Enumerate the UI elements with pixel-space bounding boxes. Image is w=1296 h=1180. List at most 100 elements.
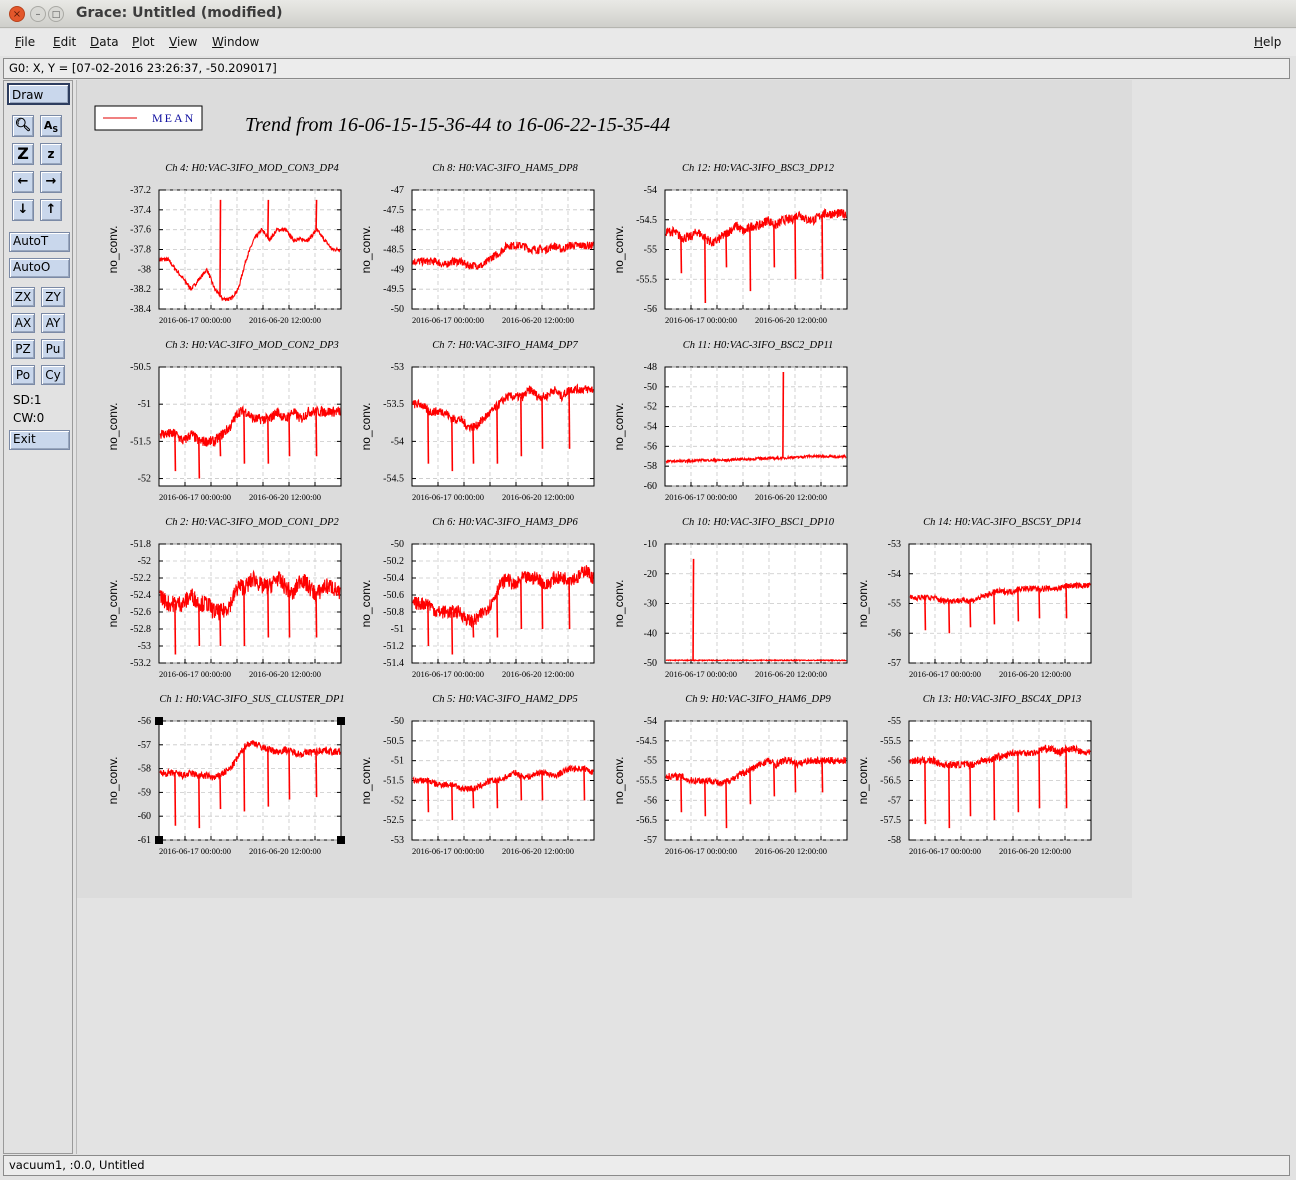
chart-panel[interactable]: Ch 7: H0:VAC-3IFO_HAM4_DP7 -53 -53.5 -54 -54… [359,340,595,502]
y-tick-label: -48.5 [383,245,404,256]
chart-panel[interactable]: Ch 2: H0:VAC-3IFO_MOD_CON1_DP2 -51.8 -52 -5… [106,517,342,679]
chart-panel[interactable]: Ch 6: H0:VAC-3IFO_HAM3_DP6 -50 -50.2 -50.4 -… [359,517,595,679]
ay-button[interactable]: AY [41,313,65,333]
plot-frame[interactable] [411,543,595,664]
y-tick-label: -48 [391,225,404,236]
plot-frame[interactable] [158,366,342,487]
ax-button[interactable]: AX [11,313,35,333]
y-tick-label: -55 [644,245,657,256]
draw-button[interactable]: Draw [7,83,70,105]
data-spike [948,764,951,829]
chart-title: Ch 8: H0:VAC-3IFO_HAM5_DP8 [432,163,578,174]
data-spike [948,600,951,634]
x-tick-label: 2016-06-17 00:00:00 [412,315,484,325]
y-tick-label: -47 [391,185,404,196]
y-tick-label: -49.5 [383,284,404,295]
menu-data[interactable]: Data [90,35,119,49]
po-button[interactable]: Po [11,365,35,385]
canvas-area[interactable]: MEAN Trend from 16-06-15-15-36-44 to 16-… [76,80,1290,1154]
chart-panel[interactable]: Ch 11: H0:VAC-3IFO_BSC2_DP11 -48 -50 -52 -54… [612,340,848,502]
data-spike [680,237,683,274]
plot-page[interactable]: MEAN Trend from 16-06-15-15-36-44 to 16-… [77,80,1132,898]
menu-view[interactable]: View [169,35,197,49]
arrow-left-icon[interactable]: ← [12,171,34,193]
y-tick-label: -55.5 [636,776,657,787]
y-tick-label: -61 [138,835,151,846]
data-spike [969,600,972,628]
y-tick-label: -51.2 [383,641,404,652]
menu-file[interactable]: File [15,35,35,49]
data-spike [174,773,177,826]
y-tick-label: -58 [138,764,151,775]
y-tick-label: -60 [644,481,657,492]
minimize-window-button[interactable]: – [30,6,46,22]
chart-panel[interactable]: Ch 8: H0:VAC-3IFO_HAM5_DP8 -47 -47.5 -48 -48… [359,163,595,325]
zoom-out-z-icon[interactable]: z [40,143,62,165]
x-tick-label: 2016-06-17 00:00:00 [665,846,737,856]
y-tick-label: -50.6 [383,590,404,601]
data-spike [541,396,544,449]
data-spike [315,751,318,798]
data-spike [749,769,752,805]
data-spike [472,788,475,809]
data-spike [243,586,246,647]
zoom-in-z-icon[interactable]: Z [12,143,34,165]
cy-button[interactable]: Cy [41,365,65,385]
exit-button[interactable]: Exit [9,430,70,450]
data-spike [1038,750,1041,809]
selection-handle[interactable] [155,717,163,725]
data-spike [174,603,177,655]
selection-handle[interactable] [155,836,163,844]
selection-handle[interactable] [337,717,345,725]
y-tick-label: -51.5 [383,776,404,787]
arrow-right-icon[interactable]: → [40,171,62,193]
menu-window[interactable]: Window [212,35,259,49]
autot-button[interactable]: AutoT [9,232,70,252]
chart-panel[interactable]: Ch 12: H0:VAC-3IFO_BSC3_DP12 -54 -54.5 -55 -… [612,163,848,325]
pz-button[interactable]: PZ [11,339,35,359]
legend-box[interactable]: MEAN [94,105,203,131]
zoom-magnifier-icon[interactable]: 🔍︎ [12,115,34,137]
chart-panel[interactable]: Ch 14: H0:VAC-3IFO_BSC5Y_DP14 -53 -54 -55 -5… [856,517,1092,679]
y-tick-label: -50.2 [383,556,404,567]
arrow-up-icon[interactable]: ↑ [40,199,62,221]
pu-button[interactable]: Pu [41,339,65,359]
autoscale-as-icon[interactable]: AS [40,115,62,137]
maximize-window-button[interactable]: □ [48,6,64,22]
chart-panel[interactable]: Ch 9: H0:VAC-3IFO_HAM6_DP9 -54 -54.5 -55 -55… [612,694,848,856]
chart-panel[interactable]: Ch 1: H0:VAC-3IFO_SUS_CLUSTER_DP1 -56 -57 -… [106,694,345,856]
data-spike [520,775,523,801]
y-tick-label: -51 [138,399,151,410]
figure-svg[interactable]: MEAN Trend from 16-06-15-15-36-44 to 16-… [77,80,1132,898]
plot-frame[interactable] [411,366,595,487]
zy-button[interactable]: ZY [41,287,65,307]
zx-button[interactable]: ZX [11,287,35,307]
menu-edit[interactable]: Edit [53,35,76,49]
arrow-down-icon[interactable]: ↓ [12,199,34,221]
menu-plot[interactable]: Plot [132,35,155,49]
y-tick-label: -57 [138,740,151,751]
chart-panel[interactable]: Ch 5: H0:VAC-3IFO_HAM2_DP5 -50 -50.5 -51 -51… [359,694,595,856]
close-window-button[interactable]: × [9,6,25,22]
selection-handle[interactable] [337,836,345,844]
x-tick-label: 2016-06-17 00:00:00 [412,846,484,856]
chart-panel[interactable]: Ch 10: H0:VAC-3IFO_BSC1_DP10 -10 -20 -30 -40… [612,517,848,679]
autoo-button[interactable]: AutoO [9,258,70,278]
plot-frame[interactable] [158,720,342,841]
menu-help[interactable]: Help [1254,35,1281,49]
y-tick-label: -50 [644,382,657,393]
chart-panel[interactable]: Ch 13: H0:VAC-3IFO_BSC4X_DP13 -55 -55.5 -56… [856,694,1092,856]
data-spike [1017,752,1020,813]
chart-panel[interactable]: Ch 3: H0:VAC-3IFO_MOD_CON2_DP3 -50.5 -51 -5… [106,340,342,502]
chart-panel[interactable]: Ch 4: H0:VAC-3IFO_MOD_CON3_DP4 -37.2 -37.4… [106,163,342,325]
y-tick-label: -50 [391,539,404,550]
data-spike [267,419,270,464]
y-tick-label: -50.4 [383,573,404,584]
y-tick-label: -53.5 [383,399,404,410]
y-tick-label: -20 [644,569,657,580]
chart-title: Ch 3: H0:VAC-3IFO_MOD_CON2_DP3 [165,340,339,351]
data-spike [520,396,523,457]
data-spike [451,611,454,655]
stack-depth-label: SD:1 [13,393,42,407]
y-tick-label: -51 [391,624,404,635]
